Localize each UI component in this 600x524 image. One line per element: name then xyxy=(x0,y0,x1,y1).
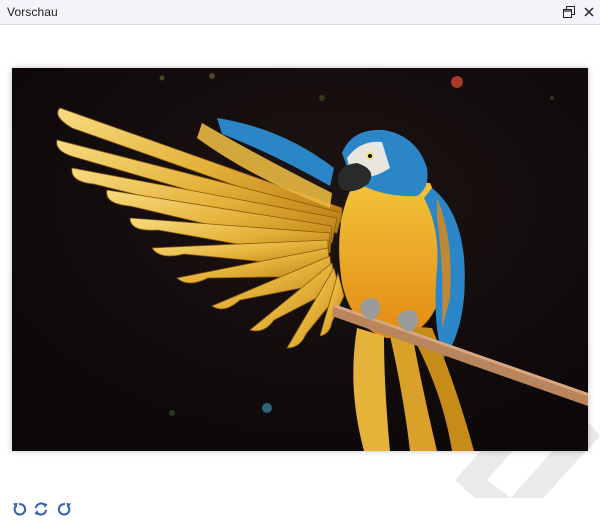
rotate-both-icon xyxy=(34,502,48,516)
window-titlebar: Vorschau xyxy=(0,0,600,25)
rotate-right-icon xyxy=(57,503,71,516)
preview-toolbar xyxy=(0,498,600,524)
close-icon xyxy=(584,7,594,17)
restore-window-button[interactable] xyxy=(560,3,578,21)
macaw-parrot-photo xyxy=(12,68,588,451)
rotate-left-button[interactable] xyxy=(9,499,29,519)
window-title: Vorschau xyxy=(7,5,58,19)
rotate-right-button[interactable] xyxy=(55,499,75,519)
rotate-both-button[interactable] xyxy=(31,499,51,519)
rotate-left-icon xyxy=(13,503,27,516)
close-button[interactable] xyxy=(580,3,598,21)
preview-image xyxy=(12,68,588,451)
restore-window-icon xyxy=(563,6,575,18)
